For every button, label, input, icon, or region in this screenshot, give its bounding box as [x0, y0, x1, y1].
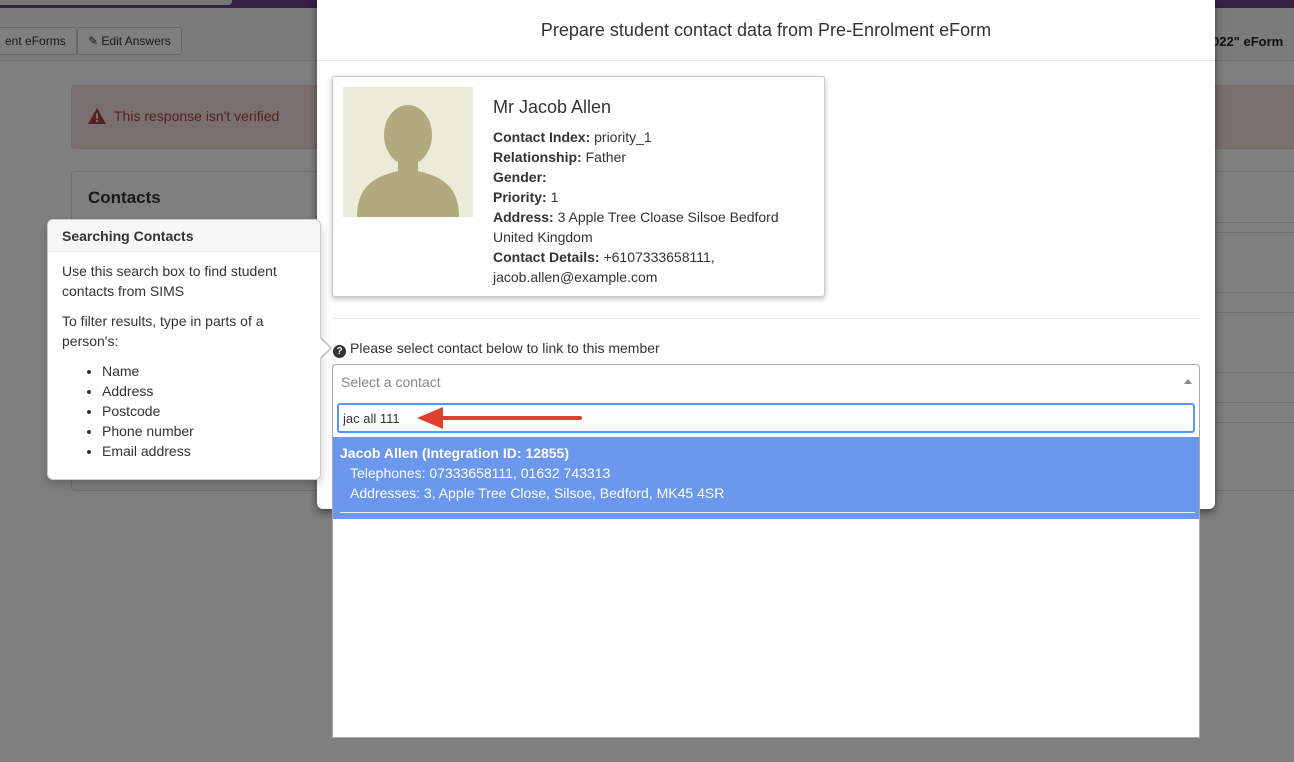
- select-help: ? Please select contact below to link to …: [333, 340, 660, 358]
- popover-title: Searching Contacts: [48, 220, 320, 252]
- select-help-text: Please select contact below to link to t…: [350, 340, 660, 356]
- field-value: Father: [585, 149, 627, 165]
- divider: [340, 512, 1195, 513]
- divider: [332, 318, 1200, 319]
- select-placeholder: Select a contact: [341, 374, 441, 390]
- caret-up-icon[interactable]: [1184, 379, 1192, 384]
- contact-name: Mr Jacob Allen: [493, 97, 612, 117]
- contact-details: Contact Index: priority_1 Relationship: …: [493, 127, 813, 287]
- popover-filter-text: To filter results, type in parts of a pe…: [62, 313, 264, 349]
- annotation-arrow-icon: [417, 407, 582, 429]
- field-value: 1: [550, 189, 559, 205]
- field-label: Gender:: [493, 169, 547, 185]
- relationship-row: Relationship: Father: [493, 147, 813, 167]
- result-title: Jacob Allen (Integration ID: 12855): [340, 445, 569, 461]
- list-item: Name: [102, 361, 308, 381]
- field-value: priority_1: [594, 129, 652, 145]
- list-item: Phone number: [102, 421, 308, 441]
- avatar: [343, 87, 473, 217]
- popover-intro: Use this search box to find student cont…: [62, 263, 277, 299]
- contact-index-row: Contact Index: priority_1: [493, 127, 813, 147]
- modal-header: Prepare student contact data from Pre-En…: [317, 0, 1215, 61]
- result-addresses: Addresses: 3, Apple Tree Close, Silsoe, …: [350, 485, 725, 501]
- person-silhouette-icon: [343, 87, 473, 217]
- popover-body: Use this search box to find student cont…: [62, 261, 308, 461]
- field-label: Contact Index:: [493, 129, 591, 145]
- list-item: Address: [102, 381, 308, 401]
- modal-title: Prepare student contact data from Pre-En…: [540, 20, 992, 40]
- gender-row: Gender:: [493, 167, 813, 187]
- contact-details-row: Contact Details: +6107333658111, jacob.a…: [493, 247, 813, 287]
- question-circle-icon: ?: [333, 345, 346, 358]
- list-item: Postcode: [102, 401, 308, 421]
- priority-row: Priority: 1: [493, 187, 813, 207]
- contact-result-option[interactable]: Jacob Allen (Integration ID: 12855) Tele…: [333, 437, 1199, 519]
- field-label: Priority:: [493, 189, 547, 205]
- contact-select[interactable]: Select a contact: [332, 364, 1200, 399]
- contact-select-dropdown: Jacob Allen (Integration ID: 12855) Tele…: [332, 398, 1200, 738]
- popover-arrow-fill: [320, 338, 330, 358]
- list-item: Email address: [102, 441, 308, 461]
- field-label: Contact Details:: [493, 249, 600, 265]
- search-help-popover: Searching Contacts Use this search box t…: [47, 219, 321, 480]
- field-label: Address:: [493, 209, 554, 225]
- address-row: Address: 3 Apple Tree Cloase Silsoe Bedf…: [493, 207, 813, 247]
- contact-card: Mr Jacob Allen Contact Index: priority_1…: [332, 76, 825, 297]
- result-telephones: Telephones: 07333658111, 01632 743313: [350, 465, 611, 481]
- field-label: Relationship:: [493, 149, 582, 165]
- filter-field-list: Name Address Postcode Phone number Email…: [62, 361, 308, 461]
